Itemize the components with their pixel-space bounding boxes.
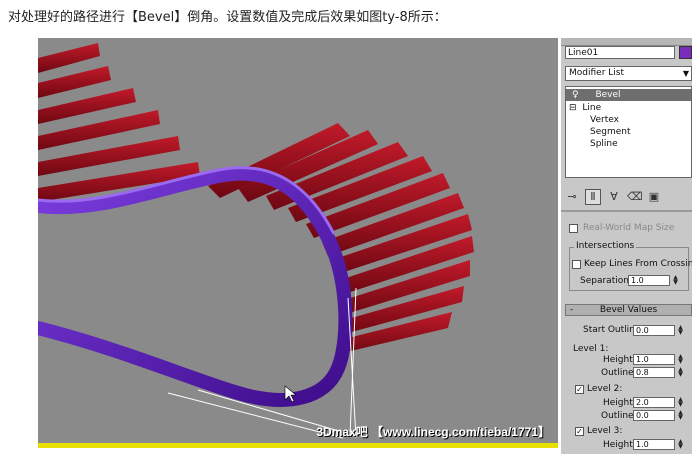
level3-height-label: Height:: [603, 440, 636, 450]
start-outline-spinner[interactable]: ▲ ▼: [677, 325, 684, 336]
real-world-label: Real-World Map Size: [583, 223, 675, 233]
level1-outline-field[interactable]: 0.8: [633, 367, 675, 378]
level2-height-field[interactable]: 2.0: [633, 397, 675, 408]
spline-lines: [167, 287, 357, 439]
level2-outline-label: Outline:: [601, 411, 637, 421]
show-end-result-icon[interactable]: Ⅱ: [585, 189, 601, 205]
level3-height-spinner[interactable]: ▲ ▼: [677, 439, 684, 450]
level2-label: Level 2:: [587, 384, 623, 394]
intersections-group: Intersections Keep Lines From Crossing S…: [569, 241, 692, 291]
collapse-icon: ⊟: [569, 103, 577, 113]
keep-lines-checkbox[interactable]: [572, 260, 581, 269]
object-name-field[interactable]: Line01: [565, 46, 675, 59]
stack-toolbar: ⊸ Ⅱ ∀ ⌫ ▣: [565, 188, 692, 206]
stack-item-spline[interactable]: Spline: [590, 138, 618, 150]
3d-viewport[interactable]: 3Dmax吧 【www.linecg.com/tieba/1771】: [38, 38, 558, 448]
lightbulb-icon: ♀: [572, 90, 579, 100]
separation-field[interactable]: 1.0: [628, 275, 670, 286]
modifier-list-dropdown[interactable]: Modifier List ▼: [565, 66, 692, 81]
separation-spinner[interactable]: ▲ ▼: [672, 275, 679, 286]
level1-outline-label: Outline:: [601, 368, 637, 378]
level2-outline-field[interactable]: 0.0: [633, 410, 675, 421]
intersections-title: Intersections: [574, 241, 637, 251]
modifier-stack[interactable]: ♀ Bevel ⊟ Line Vertex Segment Spline: [565, 86, 692, 178]
divider: [561, 210, 692, 212]
make-unique-icon[interactable]: ∀: [607, 190, 621, 204]
command-panel: Line01 Modifier List ▼ ♀ Bevel ⊟ Line Ve…: [561, 38, 692, 454]
scene-render: [38, 43, 474, 439]
slats-back: [38, 43, 200, 202]
keep-lines-label: Keep Lines From Crossing: [584, 259, 692, 269]
level2-checkbox[interactable]: ✓: [575, 385, 584, 394]
level3-label: Level 3:: [587, 426, 623, 436]
stack-item-line[interactable]: ⊟ Line: [569, 102, 601, 114]
level2-height-spinner[interactable]: ▲ ▼: [677, 397, 684, 408]
level3-checkbox[interactable]: ✓: [575, 427, 584, 436]
bevel-values-title: Bevel Values: [599, 305, 658, 315]
real-world-checkbox[interactable]: [569, 224, 578, 233]
caption-text: 对处理好的路径进行【Bevel】倒角。设置数值及完成后效果如图ty-8所示：: [8, 10, 447, 25]
level2-height-label: Height:: [603, 398, 636, 408]
level3-height-field[interactable]: 1.0: [633, 439, 675, 450]
level1-height-spinner[interactable]: ▲ ▼: [677, 354, 684, 365]
configure-sets-icon[interactable]: ▣: [647, 190, 661, 204]
pin-stack-icon[interactable]: ⊸: [565, 190, 579, 204]
stack-item-segment[interactable]: Segment: [590, 126, 631, 138]
remove-modifier-icon[interactable]: ⌫: [627, 190, 643, 204]
modifier-list-label: Modifier List: [569, 68, 624, 78]
level1-label: Level 1:: [573, 344, 609, 354]
start-outline-field[interactable]: 0.0: [633, 325, 675, 336]
level1-height-label: Height:: [603, 355, 636, 365]
level1-outline-spinner[interactable]: ▲ ▼: [677, 367, 684, 378]
panel-top-strip: [561, 38, 692, 46]
stack-item-bevel[interactable]: ♀ Bevel: [566, 89, 691, 101]
stack-item-vertex[interactable]: Vertex: [590, 114, 619, 126]
viewport-border: [38, 443, 558, 448]
watermark-text: 3Dmax吧 【www.linecg.com/tieba/1771】: [316, 425, 550, 439]
bevel-values-rollout[interactable]: - Bevel Values: [565, 304, 692, 316]
separation-label: Separation:: [580, 276, 632, 286]
level1-height-field[interactable]: 1.0: [633, 354, 675, 365]
chevron-down-icon: ▼: [682, 69, 689, 78]
level2-outline-spinner[interactable]: ▲ ▼: [677, 410, 684, 421]
object-color-swatch[interactable]: [679, 46, 692, 59]
